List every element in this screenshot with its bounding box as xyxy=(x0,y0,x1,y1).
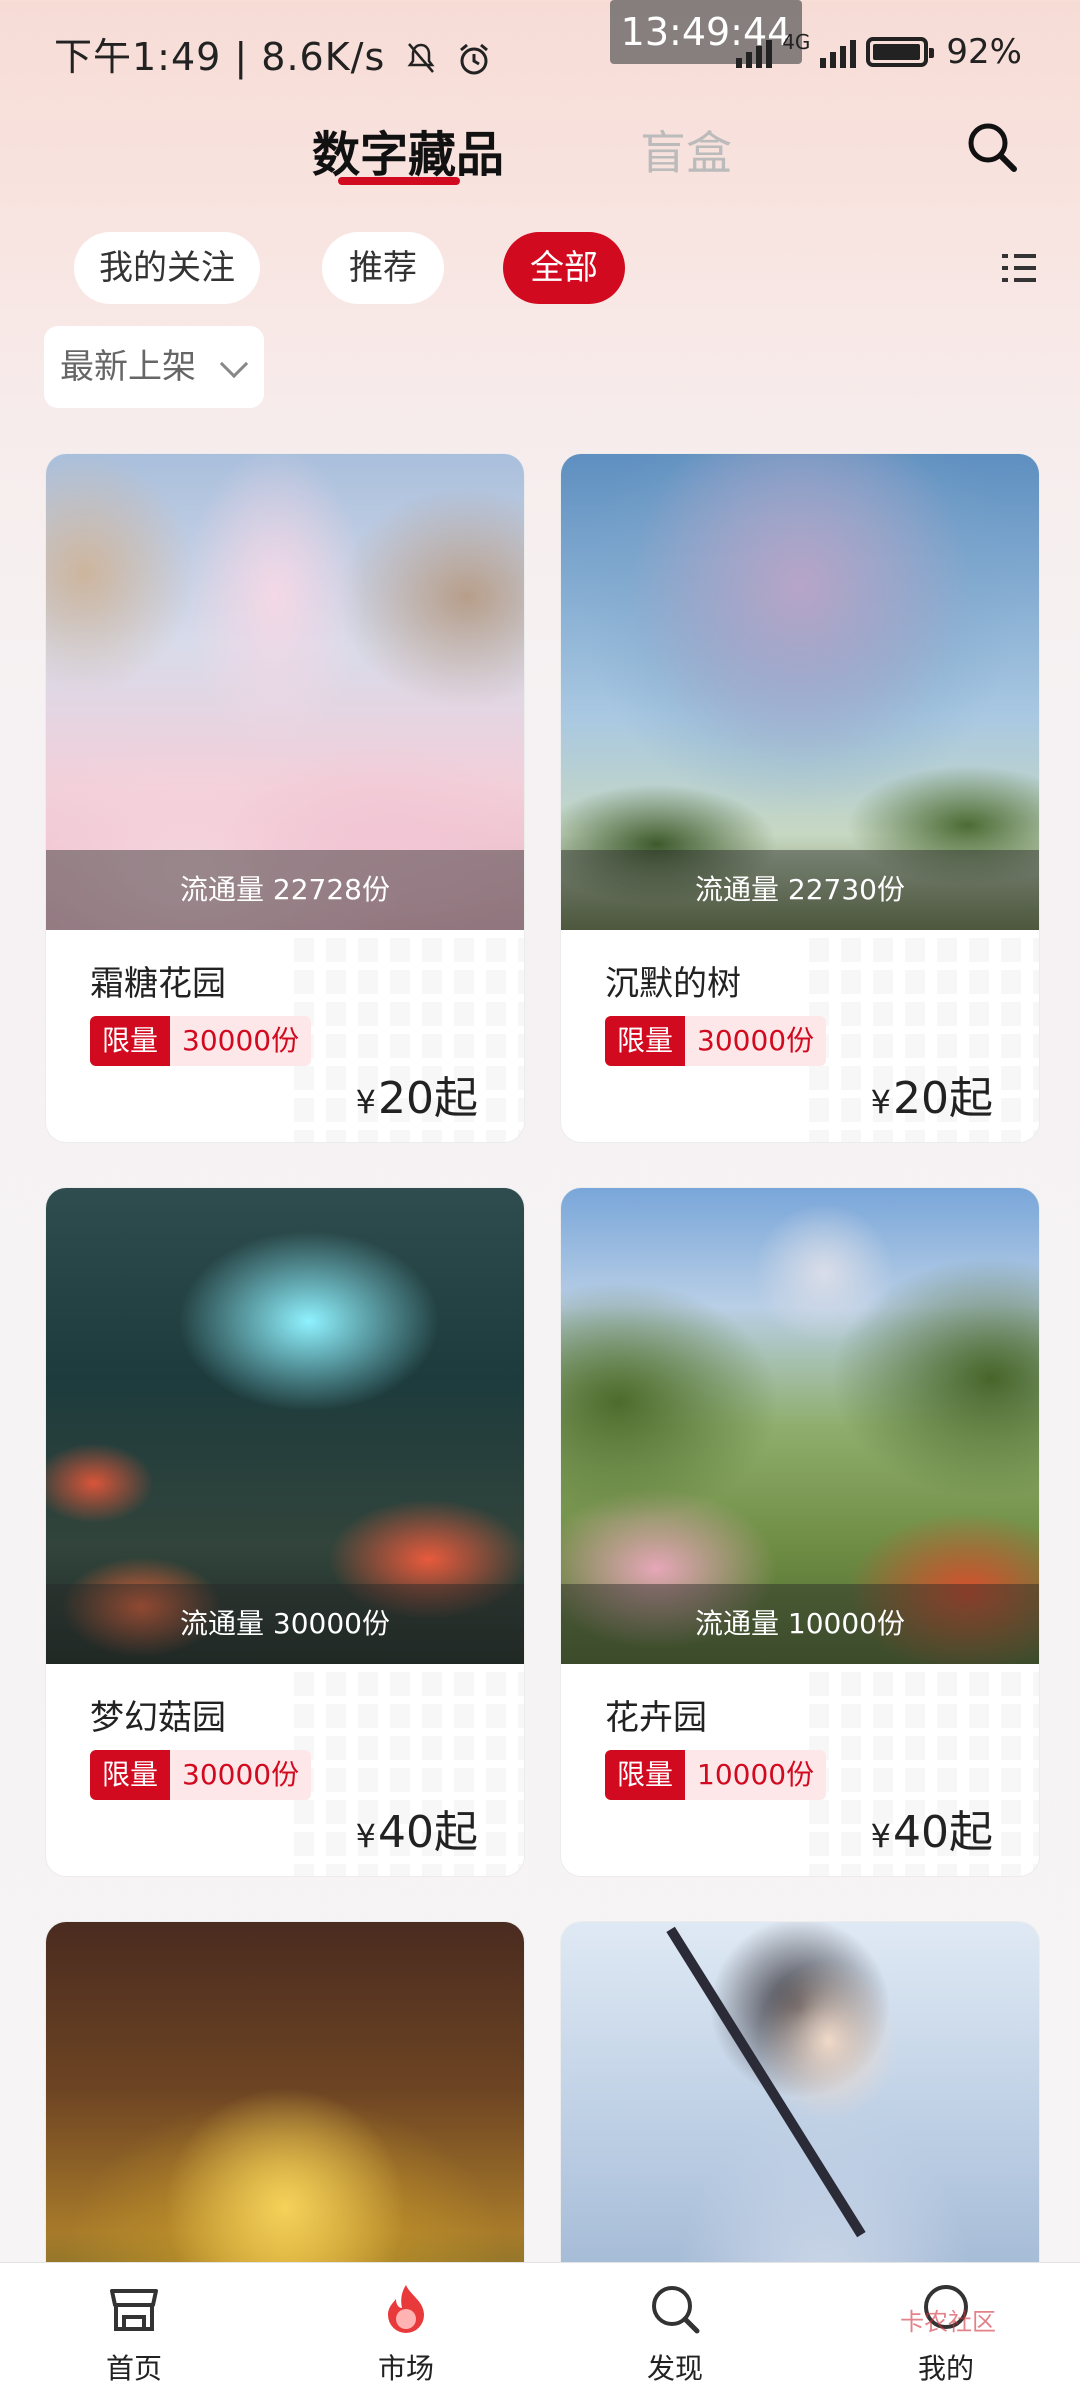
nav-label: 发现 xyxy=(646,2352,703,2385)
status-right: 4G 92% xyxy=(736,30,1022,72)
currency-symbol: ¥ xyxy=(355,1083,376,1121)
tab-digital-collectibles[interactable]: 数字藏品 xyxy=(312,115,504,185)
price-value: 20起 xyxy=(893,1073,993,1124)
search-icon[interactable] xyxy=(964,119,1020,175)
status-time-speed: 下午1:49 | 8.6K/s xyxy=(54,35,386,79)
price-value: 40起 xyxy=(893,1807,993,1858)
nav-label: 我的 xyxy=(917,2352,974,2385)
limit-label: 限量 xyxy=(605,1750,686,1800)
product-card[interactable] xyxy=(561,1922,1039,2262)
limit-quantity: 30000份 xyxy=(170,1016,312,1066)
product-image xyxy=(561,1922,1039,2262)
circulation-label: 流通量 22730份 xyxy=(561,850,1039,930)
price-value: 20起 xyxy=(378,1073,478,1124)
product-price: ¥40起 xyxy=(871,1796,993,1860)
product-card[interactable]: 流通量 10000份 花卉园 限量 10000份 ¥40起 xyxy=(561,1188,1039,1876)
product-card[interactable]: 流通量 22728份 霜糖花园 限量 30000份 ¥20起 xyxy=(46,454,524,1142)
limit-quantity: 30000份 xyxy=(685,1016,827,1066)
status-bar: 下午1:49 | 8.6K/s 13:49:44 4G 92% xyxy=(0,0,1080,110)
product-card[interactable]: 流通量 30000份 梦幻菇园 限量 30000份 ¥40起 xyxy=(46,1188,524,1876)
status-left: 下午1:49 | 8.6K/s xyxy=(54,26,491,81)
network-type: 4G xyxy=(782,30,811,54)
nav-market[interactable]: 市场 xyxy=(336,2263,476,2400)
top-tabs: 数字藏品 盲盒 xyxy=(0,115,1080,195)
currency-symbol: ¥ xyxy=(870,1083,891,1121)
product-price: ¥20起 xyxy=(871,1062,993,1126)
watermark: 卡农社区 xyxy=(900,2308,996,2336)
signal-icon xyxy=(736,36,773,68)
circulation-label: 流通量 30000份 xyxy=(46,1584,524,1664)
product-name: 花卉园 xyxy=(605,1698,707,1738)
limit-label: 限量 xyxy=(90,1750,171,1800)
chip-all[interactable]: 全部 xyxy=(503,232,625,304)
nav-label: 首页 xyxy=(105,2352,162,2385)
limit-quantity: 10000份 xyxy=(685,1750,827,1800)
tab-blind-box[interactable]: 盲盒 xyxy=(640,117,732,183)
nav-home[interactable]: 首页 xyxy=(64,2263,204,2400)
chip-following[interactable]: 我的关注 xyxy=(74,232,260,304)
alarm-icon xyxy=(457,41,491,75)
sort-dropdown[interactable]: 最新上架 xyxy=(44,326,264,408)
list-view-icon[interactable] xyxy=(1002,252,1036,284)
mute-icon xyxy=(406,39,436,73)
product-price: ¥20起 xyxy=(356,1062,478,1126)
limit-badge: 限量 30000份 xyxy=(90,1750,312,1800)
product-image xyxy=(46,1922,524,2262)
limit-label: 限量 xyxy=(90,1016,171,1066)
discover-icon xyxy=(647,2281,703,2337)
price-value: 40起 xyxy=(378,1807,478,1858)
product-name: 霜糖花园 xyxy=(90,964,226,1004)
limit-label: 限量 xyxy=(605,1016,686,1066)
chevron-down-icon xyxy=(219,349,249,379)
filter-bar: 我的关注 推荐 全部 xyxy=(0,232,1080,304)
product-name: 沉默的树 xyxy=(605,964,741,1004)
active-tab-indicator xyxy=(338,177,460,185)
circulation-label: 流通量 22728份 xyxy=(46,850,524,930)
limit-quantity: 30000份 xyxy=(170,1750,312,1800)
currency-symbol: ¥ xyxy=(870,1817,891,1855)
nav-label: 市场 xyxy=(377,2352,434,2385)
battery-level: 92% xyxy=(946,32,1022,72)
nav-discover[interactable]: 发现 xyxy=(605,2263,745,2400)
product-price: ¥40起 xyxy=(356,1796,478,1860)
circulation-label: 流通量 10000份 xyxy=(561,1584,1039,1664)
staff-shape xyxy=(666,1926,866,2238)
product-card[interactable] xyxy=(46,1922,524,2262)
chip-recommended[interactable]: 推荐 xyxy=(322,232,444,304)
currency-symbol: ¥ xyxy=(355,1817,376,1855)
sort-dropdown-value: 最新上架 xyxy=(60,347,196,387)
limit-badge: 限量 10000份 xyxy=(605,1750,827,1800)
flame-icon xyxy=(378,2281,434,2337)
product-name: 梦幻菇园 xyxy=(90,1698,226,1738)
signal-icon-2 xyxy=(820,36,857,68)
limit-badge: 限量 30000份 xyxy=(90,1016,312,1066)
battery-icon xyxy=(866,37,935,67)
product-card[interactable]: 流通量 22730份 沉默的树 限量 30000份 ¥20起 xyxy=(561,454,1039,1142)
limit-badge: 限量 30000份 xyxy=(605,1016,827,1066)
store-icon xyxy=(106,2281,162,2337)
